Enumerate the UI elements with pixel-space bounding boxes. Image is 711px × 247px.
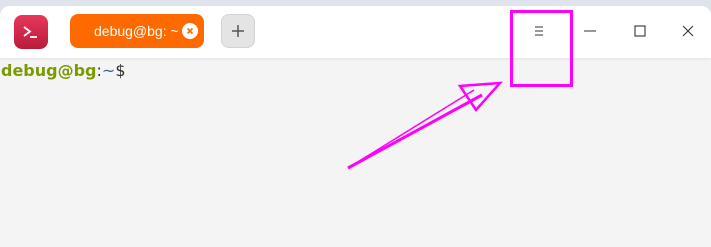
terminal-window: debug@bg: ~ debug@bg:~$: [0, 6, 711, 247]
hamburger-menu-icon: [535, 26, 543, 36]
menu-button[interactable]: [522, 14, 556, 48]
terminal-output[interactable]: debug@bg:~$: [0, 58, 711, 247]
new-tab-button[interactable]: [221, 14, 255, 48]
title-bar[interactable]: debug@bg: ~: [0, 6, 711, 58]
prompt-user: debug@bg: [1, 61, 97, 80]
close-window-button[interactable]: [671, 14, 705, 48]
terminal-app-icon[interactable]: [14, 15, 48, 49]
plus-icon: [232, 25, 244, 37]
prompt-dollar: $: [115, 61, 126, 80]
maximize-icon: [634, 25, 646, 37]
shell-prompt: debug@bg:~$: [1, 61, 126, 81]
tab-label: debug@bg: ~: [94, 23, 179, 39]
close-icon: [682, 25, 694, 37]
close-icon[interactable]: [182, 23, 198, 39]
minimize-button[interactable]: [573, 14, 607, 48]
prompt-path: ~: [101, 61, 116, 80]
minimize-icon: [584, 30, 596, 32]
maximize-button[interactable]: [623, 14, 657, 48]
tab-terminal[interactable]: debug@bg: ~: [70, 14, 204, 48]
